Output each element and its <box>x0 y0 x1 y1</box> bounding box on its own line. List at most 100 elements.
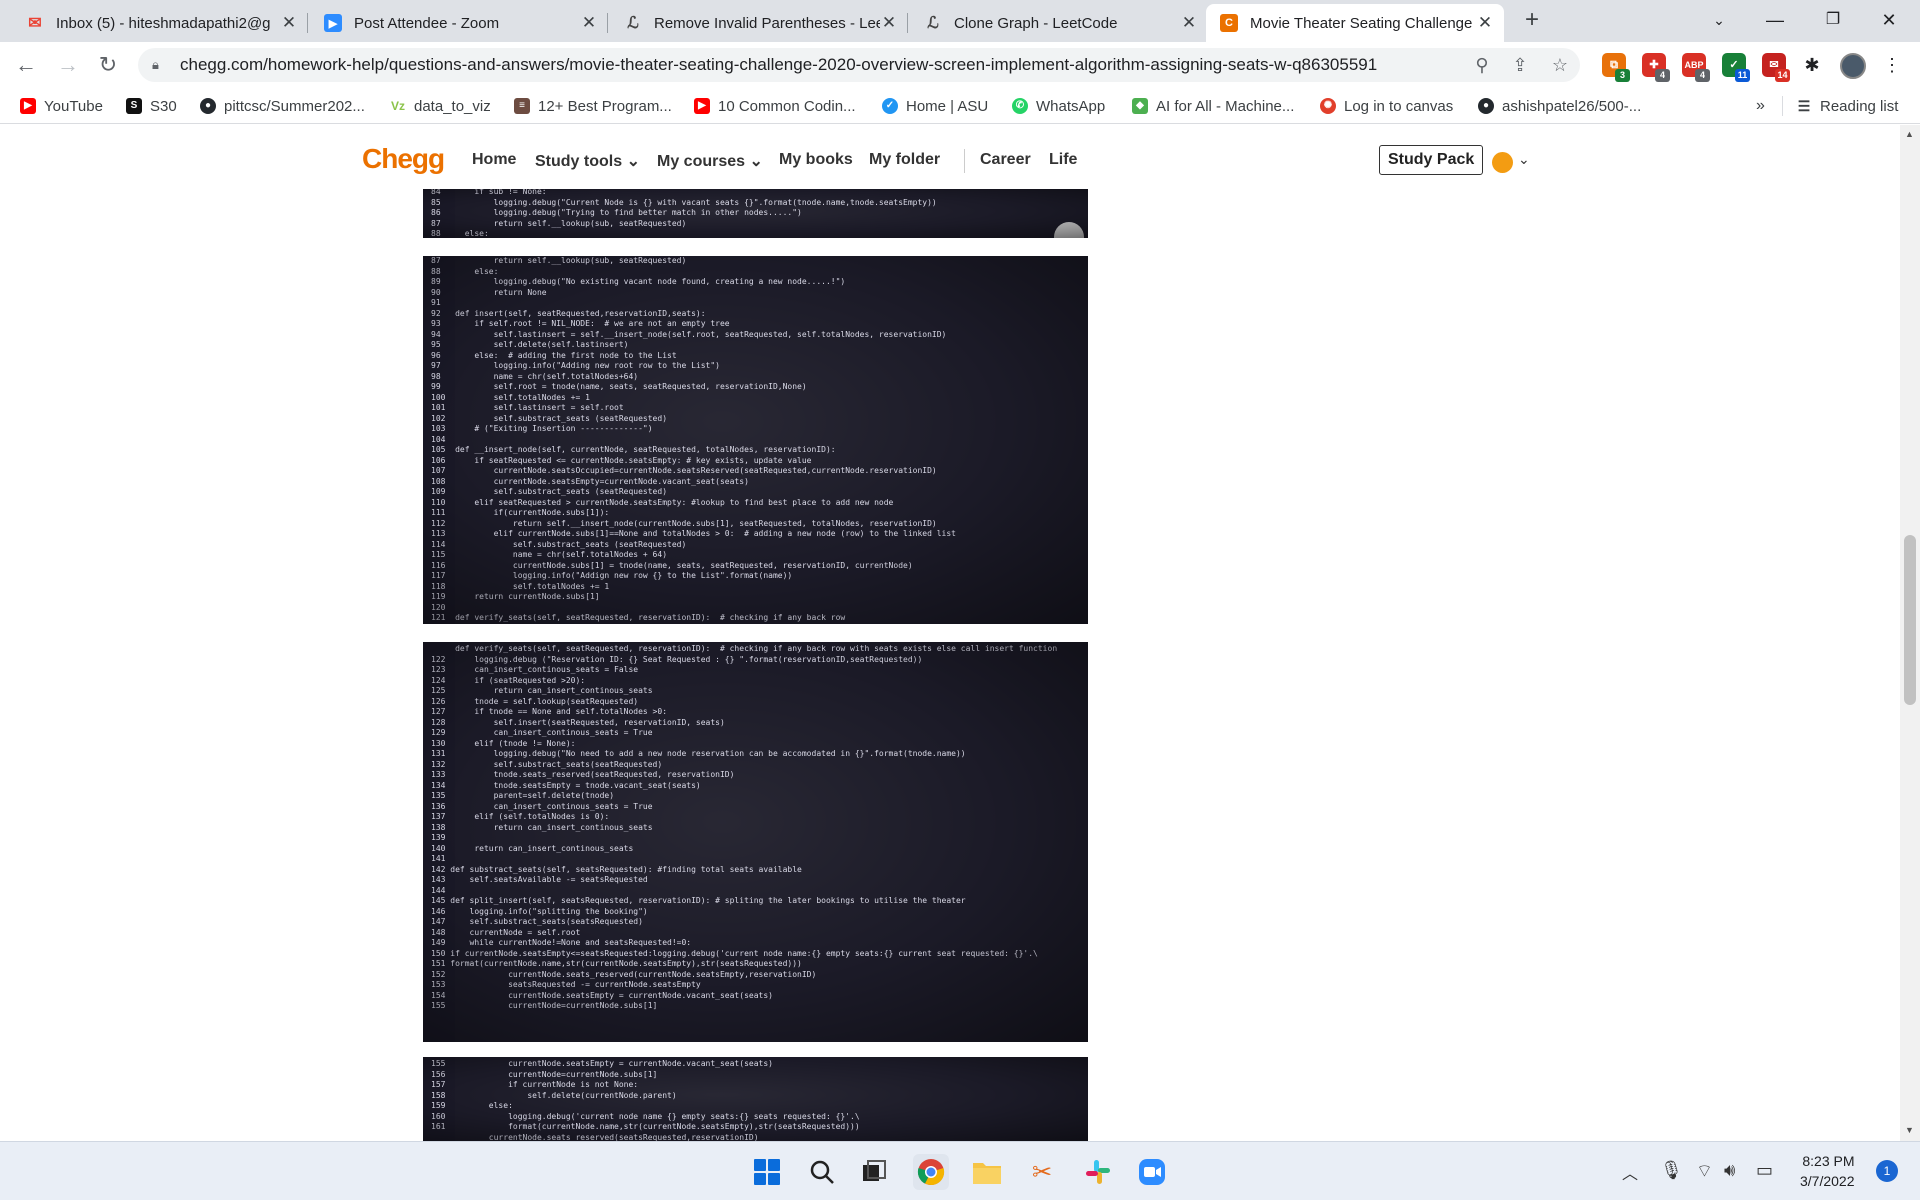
battery-icon[interactable]: ▭ <box>1756 1160 1773 1181</box>
extensions-puzzle-icon[interactable]: ✱ <box>1800 53 1824 77</box>
chegg-logo[interactable]: Chegg <box>362 143 445 175</box>
tab-leetcode-clone-graph[interactable]: ℒ Clone Graph - LeetCode ✕ <box>910 4 1208 42</box>
bookmark-whatsapp[interactable]: ✆ WhatsApp <box>1012 96 1105 116</box>
reload-button[interactable]: ↻ <box>92 50 124 80</box>
tab-chegg-active[interactable]: C Movie Theater Seating Challenge ✕ <box>1206 4 1504 42</box>
slack-icon[interactable] <box>1080 1154 1116 1190</box>
system-clock[interactable]: 8:23 PM 3/7/2022 <box>1800 1151 1855 1191</box>
code-image-1: 84 if sub != None: 85 logging.debug("Cur… <box>423 189 1088 238</box>
tab-gmail[interactable]: ✉ Inbox (5) - hiteshmadapathi2@g ✕ <box>12 4 308 42</box>
close-tab-icon[interactable]: ✕ <box>880 13 898 33</box>
close-tab-icon[interactable]: ✕ <box>280 13 298 33</box>
url-text[interactable]: chegg.com/homework-help/questions-and-an… <box>180 55 1580 75</box>
menu-kebab-icon[interactable]: ⋮ <box>1880 53 1904 77</box>
whatsapp-icon: ✆ <box>1012 98 1028 114</box>
bookmark-s30[interactable]: S S30 <box>126 96 177 116</box>
clock-time: 8:23 PM <box>1802 1153 1855 1169</box>
tab-divider <box>607 13 608 33</box>
lock-icon[interactable]: 🔒︎ <box>152 57 166 73</box>
show-hidden-icons-chevron-icon[interactable]: ︿ <box>1622 1160 1638 1184</box>
volume-icon[interactable]: 🔊︎ <box>1724 1160 1735 1181</box>
extension-2-icon[interactable]: ✚ 4 <box>1642 53 1670 82</box>
image-zoom-icon[interactable] <box>1054 222 1084 238</box>
browser-toolbar: ← → ↻ 🔒︎ chegg.com/homework-help/questio… <box>0 42 1920 88</box>
address-bar[interactable]: 🔒︎ chegg.com/homework-help/questions-and… <box>138 48 1580 82</box>
nav-my-folder[interactable]: My folder <box>869 151 940 169</box>
tab-search-icon[interactable]: ⌄ <box>1696 0 1742 40</box>
close-tab-icon[interactable]: ✕ <box>1180 13 1198 33</box>
nav-career[interactable]: Career <box>980 151 1031 169</box>
bookmarks-overflow-button[interactable]: » <box>1756 96 1765 116</box>
close-tab-icon[interactable]: ✕ <box>580 13 598 33</box>
back-button[interactable]: ← <box>10 50 42 80</box>
nav-life[interactable]: Life <box>1049 151 1077 169</box>
asu-icon: ✓ <box>882 98 898 114</box>
bookmark-best-program[interactable]: ≡ 12+ Best Program... <box>514 96 672 116</box>
chegg-icon: C <box>1220 14 1238 32</box>
bookmark-canvas[interactable]: ✺ Log in to canvas <box>1320 96 1453 116</box>
restore-button[interactable]: ❐ <box>1810 0 1856 40</box>
bookmark-ashishpatel[interactable]: ● ashishpatel26/500-... <box>1478 96 1641 116</box>
bookmark-pittcsc[interactable]: ● pittcsc/Summer202... <box>200 96 365 116</box>
scroll-down-arrow-icon[interactable]: ▼ <box>1905 1125 1914 1135</box>
page-scrollbar[interactable]: ▲ ▼ <box>1900 125 1920 1141</box>
chrome-icon[interactable] <box>913 1154 949 1190</box>
extension-1-icon[interactable]: ⧉ 3 <box>1602 53 1630 82</box>
github-icon: ● <box>200 98 216 114</box>
wifi-icon[interactable]: ⌔ <box>1696 1160 1713 1183</box>
forward-button[interactable]: → <box>52 50 84 80</box>
tab-divider <box>907 13 908 33</box>
search-icon[interactable] <box>804 1154 840 1190</box>
new-tab-button[interactable]: + <box>1518 6 1546 34</box>
minimize-button[interactable]: — <box>1752 0 1798 40</box>
code-text: 87 return self.__lookup(sub, seatRequest… <box>431 256 956 622</box>
chevron-down-icon[interactable]: ⌄ <box>1518 151 1530 168</box>
windows-taskbar: ✂ ︿ 🎙︎ ⌔ 🔊︎ ▭ 8:23 PM 3/7/2022 1 <box>0 1141 1920 1200</box>
code-image-4: 155 currentNode.seatsEmpty = currentNode… <box>423 1057 1088 1141</box>
zoom-icon[interactable] <box>1134 1154 1170 1190</box>
code-text: 155 currentNode.seatsEmpty = currentNode… <box>431 1059 860 1141</box>
extension-5-icon[interactable]: ✉ 14 <box>1762 53 1790 82</box>
file-explorer-icon[interactable] <box>969 1154 1005 1190</box>
nav-my-books[interactable]: My books <box>779 151 853 169</box>
nav-study-tools[interactable]: Study tools ⌄ <box>535 151 640 171</box>
extension-4-icon[interactable]: ✓ 11 <box>1722 53 1750 82</box>
bookmarks-bar: ▶ YouTube S S30 ● pittcsc/Summer202... Vz da… <box>0 88 1920 124</box>
close-tab-icon[interactable]: ✕ <box>1476 13 1494 33</box>
bookmark-ai-for-all[interactable]: ◆ AI for All - Machine... <box>1132 96 1294 116</box>
tab-zoom[interactable]: ▶ Post Attendee - Zoom ✕ <box>310 4 608 42</box>
reading-list-icon: ☰ <box>1797 98 1811 114</box>
bookmark-common-coding[interactable]: ▶ 10 Common Codin... <box>694 96 856 116</box>
windows-start-icon[interactable] <box>749 1154 785 1190</box>
share-icon[interactable]: ⇪ <box>1508 53 1532 77</box>
nav-home[interactable]: Home <box>472 151 516 169</box>
reading-list-button[interactable]: ☰ Reading list <box>1796 96 1899 116</box>
viz-icon: Vz <box>390 99 405 113</box>
close-window-button[interactable]: ✕ <box>1866 0 1912 40</box>
bookmark-star-icon[interactable]: ☆ <box>1548 53 1572 77</box>
tab-leetcode-parentheses[interactable]: ℒ Remove Invalid Parentheses - Lee ✕ <box>610 4 908 42</box>
nav-my-courses[interactable]: My courses ⌄ <box>657 151 763 171</box>
bookmark-data-to-viz[interactable]: Vz data_to_viz <box>390 96 491 116</box>
code-text: 84 if sub != None: 85 logging.debug("Cur… <box>431 189 937 238</box>
microphone-icon[interactable]: 🎙︎ <box>1660 1160 1683 1181</box>
notification-badge[interactable]: 1 <box>1876 1160 1898 1182</box>
bookmark-youtube[interactable]: ▶ YouTube <box>20 96 103 116</box>
zoom-magnifier-icon[interactable]: ⚲ <box>1470 53 1494 77</box>
tab-title: Post Attendee - Zoom <box>354 14 500 32</box>
leetcode-icon: ℒ <box>627 15 639 32</box>
study-pack-button[interactable]: Study Pack <box>1379 145 1484 175</box>
tab-title: Remove Invalid Parentheses - Lee <box>654 14 880 32</box>
adblock-icon[interactable]: ABP 4 <box>1682 53 1710 82</box>
nav-divider <box>964 149 965 173</box>
stack-icon: ≡ <box>514 98 530 114</box>
task-view-icon[interactable] <box>856 1154 892 1190</box>
snipping-tool-icon[interactable]: ✂ <box>1024 1154 1060 1190</box>
scroll-up-arrow-icon[interactable]: ▲ <box>1905 129 1914 139</box>
user-avatar[interactable] <box>1492 152 1513 173</box>
profile-avatar[interactable] <box>1840 53 1866 79</box>
scrollbar-thumb[interactable] <box>1904 535 1916 705</box>
code-text: def verify_seats(self, seatRequested, re… <box>431 644 1058 1010</box>
bookmark-asu[interactable]: ✓ Home | ASU <box>882 96 988 116</box>
chevron-down-icon: ⌄ <box>749 153 763 170</box>
